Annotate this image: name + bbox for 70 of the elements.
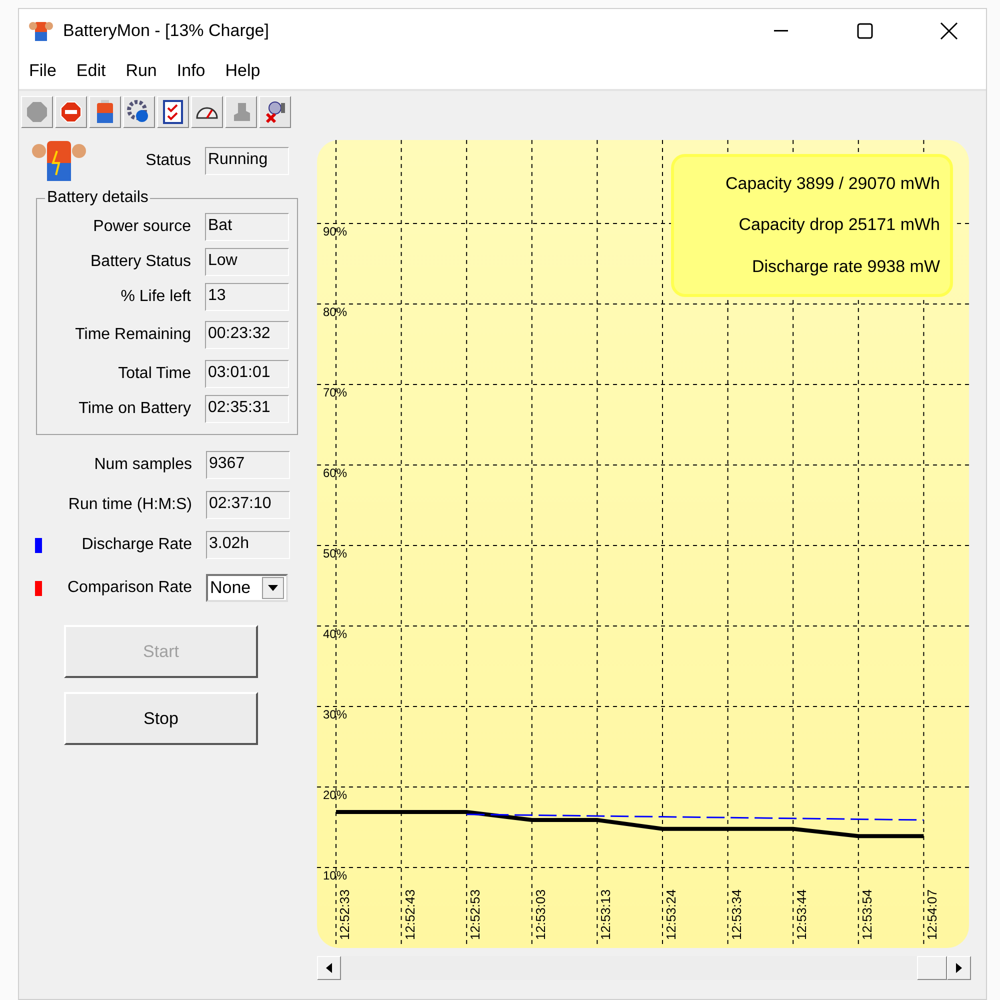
value-field: 9367	[206, 451, 290, 479]
y-tick-label: 30%	[323, 708, 348, 722]
maximize-icon	[857, 23, 873, 39]
comparison-dropdown[interactable]: None	[206, 574, 288, 602]
y-tick-label: 80%	[323, 305, 348, 319]
x-tick-label: 12:52:43	[402, 889, 418, 940]
y-tick-label: 10%	[323, 868, 348, 882]
field-label: Comparison Rate	[66, 579, 193, 597]
field-label: Time on Battery	[78, 400, 192, 418]
value-field: 00:23:32	[205, 321, 289, 349]
value-field: 3.02h	[206, 531, 290, 559]
field-label: Time Remaining	[74, 326, 192, 344]
x-tick-label: 12:53:03	[532, 889, 548, 940]
toolbar-button[interactable]	[191, 96, 223, 128]
battery-icon	[29, 20, 53, 42]
field-label: Status	[144, 152, 192, 170]
caret-icon	[268, 585, 278, 591]
left-arrow-icon	[326, 963, 332, 973]
menu-item[interactable]: File	[21, 61, 64, 81]
stop-icon	[60, 101, 82, 123]
scroll-thumb[interactable]	[917, 956, 947, 980]
value-field: 03:01:01	[205, 360, 289, 388]
menu-item[interactable]: Edit	[68, 61, 114, 81]
field-label: Power source	[92, 218, 192, 236]
field-label: Num samples	[93, 456, 193, 474]
y-tick-label: 50%	[323, 546, 348, 560]
value-field: 02:37:10	[206, 491, 290, 519]
value-field: 13	[205, 282, 289, 310]
field-label: Battery Status	[90, 252, 192, 270]
field-label: Run time (H:M:S)	[67, 496, 193, 514]
menu-item[interactable]: Run	[118, 61, 165, 81]
x-tick-label: 12:53:24	[664, 889, 678, 940]
right-arrow-icon	[956, 963, 962, 973]
minimize-icon	[774, 30, 788, 32]
field-label: % Life left	[120, 288, 192, 306]
toolbar-button[interactable]	[123, 96, 155, 128]
toolbar-button[interactable]	[259, 96, 291, 128]
info-text: Capacity drop 25171 mWh	[738, 215, 940, 236]
info-text: Discharge rate 9938 mW	[752, 257, 940, 278]
scroll-left-button[interactable]	[317, 956, 341, 980]
x-tick-label: 12:53:54	[859, 889, 874, 940]
menu-item[interactable]: Info	[168, 61, 214, 81]
x-tick-label: 12:53:44	[794, 889, 810, 940]
toolbar-button[interactable]	[157, 96, 189, 128]
field-label: Discharge Rate	[80, 536, 193, 554]
x-tick-label: 12:52:53	[468, 889, 483, 940]
y-tick-label: 20%	[323, 788, 348, 802]
x-tick-label: 12:52:33	[337, 889, 352, 940]
info-text: Capacity 3899 / 29070 mWh	[725, 174, 940, 194]
y-tick-label: 70%	[323, 386, 348, 400]
battery-icon	[96, 100, 114, 124]
menu-item[interactable]: Help	[217, 61, 268, 81]
group-title: Battery details	[46, 189, 150, 207]
window-title: BatteryMon - [13% Charge]	[63, 21, 270, 41]
checklist-icon	[163, 100, 183, 124]
value-field: Low	[205, 248, 289, 276]
close-icon	[940, 22, 958, 40]
y-tick-label: 40%	[323, 627, 348, 641]
x-tick-label: 12:53:34	[728, 889, 744, 940]
y-tick-label: 90%	[323, 224, 348, 238]
scroll-right-button[interactable]	[947, 956, 971, 980]
status-field: Running	[205, 147, 289, 175]
value-field: Bat	[205, 212, 289, 240]
value-field: 02:35:31	[205, 394, 289, 422]
x-tick-label: 12:54:07	[924, 889, 940, 940]
stop-button[interactable]: Stop	[64, 692, 258, 745]
field-label: Total Time	[117, 364, 192, 382]
x-tick-label: 12:53:13	[598, 889, 614, 940]
y-tick-label: 60%	[323, 466, 348, 480]
gear-icon	[127, 100, 151, 124]
